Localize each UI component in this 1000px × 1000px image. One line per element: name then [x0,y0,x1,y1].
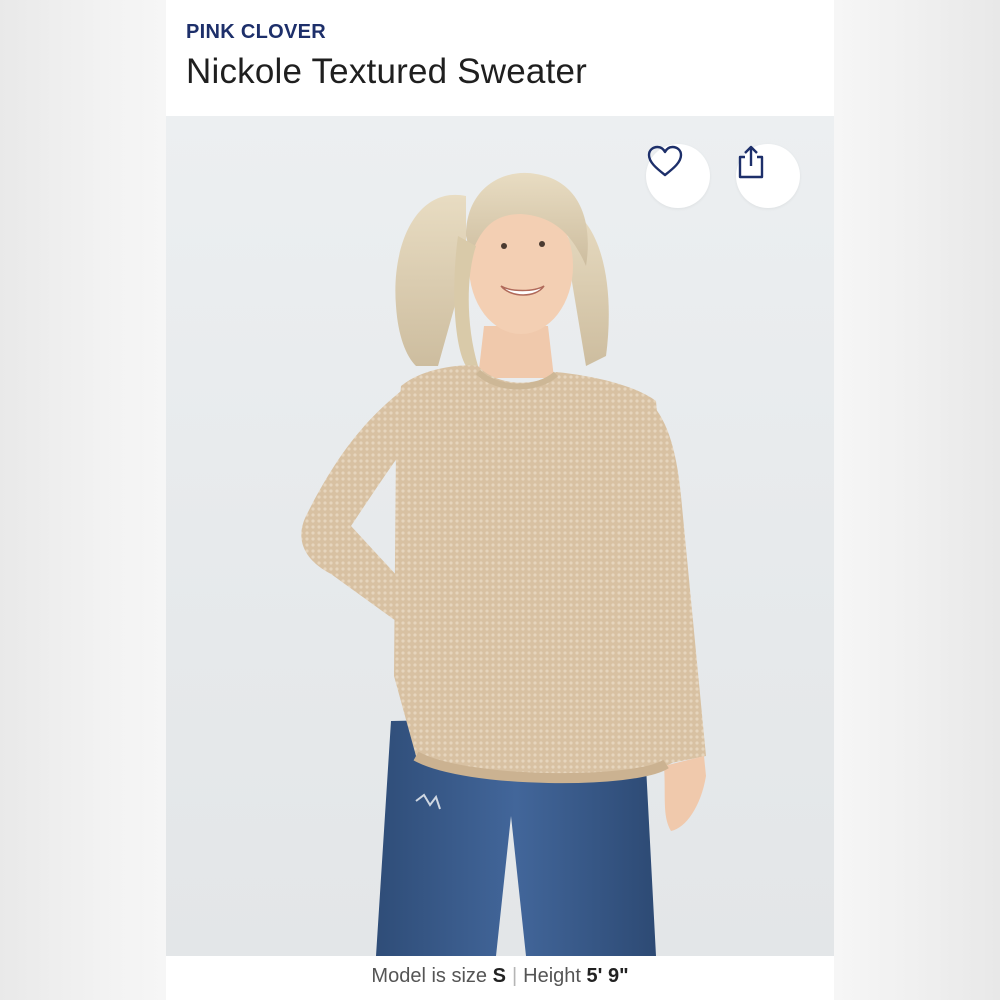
size-value: S [492,965,506,987]
height-value: 5' 9" [586,965,629,987]
product-header: PINK CLOVER Nickole Textured Sweater [166,0,834,116]
product-card: PINK CLOVER Nickole Textured Sweater Mod… [166,0,834,1000]
share-button[interactable] [736,144,800,208]
height-label: Height [523,965,581,987]
brand-link[interactable]: PINK CLOVER [186,21,326,44]
product-image[interactable] [166,116,834,956]
product-title: Nickole Textured Sweater [186,52,588,91]
caption-separator: | [511,965,518,987]
model-photo [301,172,706,956]
sweater [394,365,686,780]
favorite-button[interactable] [646,144,710,208]
right-backdrop [834,0,1000,1000]
size-label: Model is size [371,965,488,987]
left-backdrop [0,0,166,1000]
model-size-caption: Model is size S | Height 5' 9" [166,956,834,1000]
